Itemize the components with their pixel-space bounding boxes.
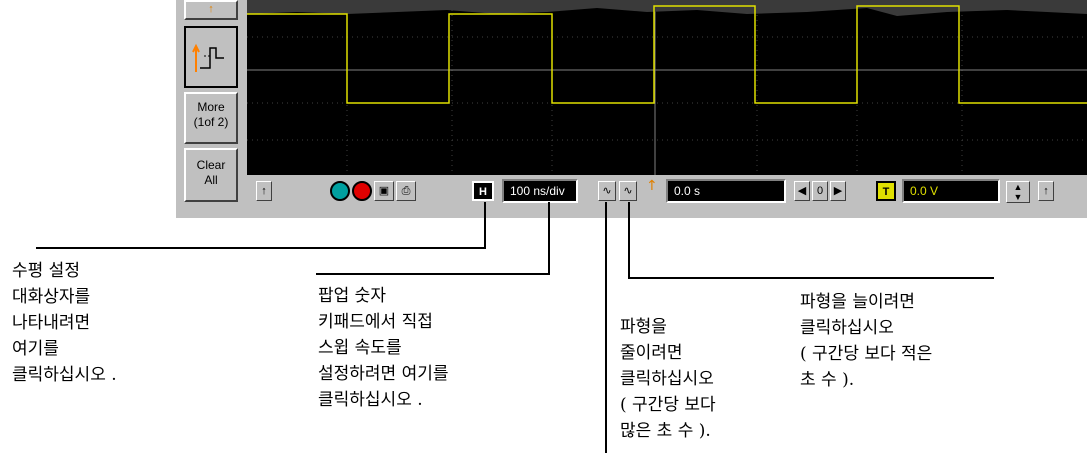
more-page-label: (1of 2) xyxy=(193,115,229,129)
right-marker-icon[interactable]: ↑ xyxy=(1038,181,1054,201)
softkey-panel: ↑ More (1of 2) Clear All xyxy=(176,0,244,218)
step-waveform-icon xyxy=(192,43,224,72)
timebase-field[interactable]: 100 ns/div xyxy=(502,179,578,203)
horizontal-settings-button[interactable]: H xyxy=(472,181,494,201)
expand-callout-text: 파형을 늘이려면 클릭하십시오 ( 구간당 보다 적은 초 수 ). xyxy=(800,292,933,390)
delay-left-button[interactable]: ◀ xyxy=(794,181,810,201)
delay-right-button[interactable]: ▶ xyxy=(830,181,846,201)
h-label: H xyxy=(479,186,487,198)
callout-leader xyxy=(628,277,994,279)
callout-leader xyxy=(316,273,550,275)
delay-zero-button[interactable]: 0 xyxy=(812,181,828,201)
printer-icon[interactable]: ⎙ xyxy=(396,181,416,201)
clear-label: Clear xyxy=(196,158,226,172)
callout-leader xyxy=(628,202,630,278)
delay-marker-icon: ↑ xyxy=(646,178,658,194)
all-label: All xyxy=(204,173,218,187)
stop-circle-icon[interactable] xyxy=(352,181,372,201)
delay-zero-label: 0 xyxy=(816,185,824,197)
autoscale-icon[interactable]: ▣ xyxy=(374,181,394,201)
callout-leader xyxy=(484,202,486,248)
callout-leader xyxy=(605,202,607,453)
trigger-level-field[interactable]: 0.0 V xyxy=(902,179,1000,203)
left-marker-icon[interactable]: ↑ xyxy=(256,181,272,201)
more-label: More xyxy=(197,100,225,114)
mode-softkey-button[interactable] xyxy=(184,26,238,88)
waveform-compress-icon[interactable]: ∿ xyxy=(598,181,616,201)
horizontal-callout-text: 수평 설정 대화상자를 나타내려면 여기를 클릭하십시오 . xyxy=(12,261,117,385)
callout-leader xyxy=(36,247,486,249)
keypad-callout-text: 팝업 숫자 키패드에서 직접 스윕 속도를 설정하려면 여기를 클릭하십시오 . xyxy=(318,286,449,410)
clear-all-button[interactable]: Clear All xyxy=(184,148,238,202)
waveform-display[interactable] xyxy=(247,0,1087,175)
trigger-settings-button[interactable]: T xyxy=(876,181,896,201)
callout-leader xyxy=(548,202,550,274)
t-label: T xyxy=(882,186,890,198)
waveform-expand-icon[interactable]: ∿ xyxy=(619,181,637,201)
waveform-graticule xyxy=(247,0,1087,175)
top-softkey-button[interactable]: ↑ xyxy=(184,0,238,20)
trigger-value: 0.0 V xyxy=(910,184,939,198)
run-circle-icon[interactable] xyxy=(330,181,350,201)
trigger-spin-button[interactable]: ▲ ▼ xyxy=(1006,181,1030,203)
timebase-value: 100 ns/div xyxy=(510,184,565,198)
delay-field[interactable]: 0.0 s xyxy=(666,179,786,203)
delay-value: 0.0 s xyxy=(674,184,701,198)
compress-callout-text: 파형을 줄이려면 클릭하십시오 ( 구간당 보다 많은 초 수 ). xyxy=(620,317,716,441)
more-button[interactable]: More (1of 2) xyxy=(184,92,238,144)
